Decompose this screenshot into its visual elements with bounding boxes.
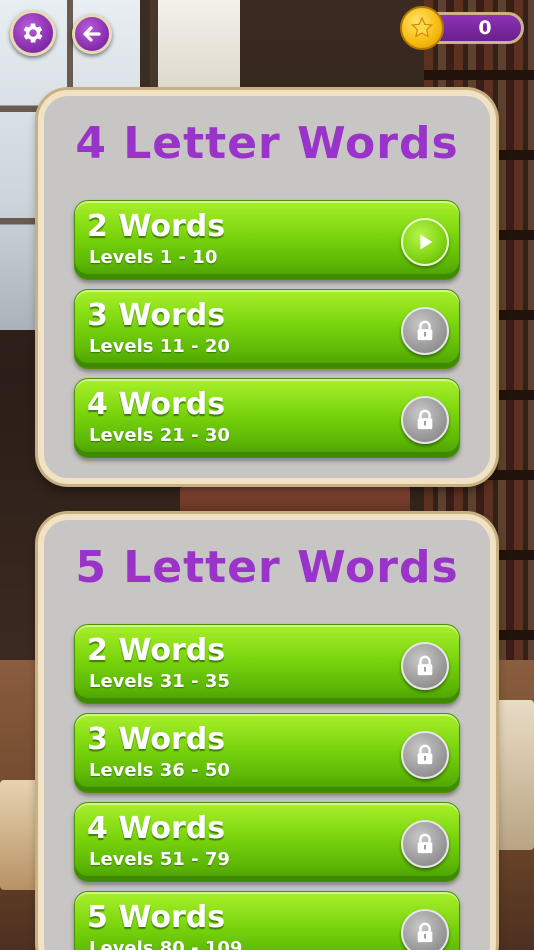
level-pack-button[interactable]: 3 Words Levels 36 - 50: [74, 713, 460, 793]
coin-icon: [400, 6, 444, 50]
level-pack-range: Levels 21 - 30: [89, 425, 230, 446]
level-pack-label: 3 Words: [87, 298, 226, 333]
play-icon[interactable]: [401, 218, 449, 266]
lock-icon: [401, 820, 449, 868]
lock-icon: [401, 731, 449, 779]
lock-icon: [401, 396, 449, 444]
level-pack-label: 4 Words: [87, 387, 226, 422]
section-5-letter-words: 5 Letter Words 2 Words Levels 31 - 35 3 …: [38, 514, 496, 950]
level-pack-button[interactable]: 4 Words Levels 51 - 79: [74, 802, 460, 882]
background-book: [180, 486, 410, 516]
level-pack-button[interactable]: 2 Words Levels 31 - 35: [74, 624, 460, 704]
level-pack-range: Levels 80 - 109: [89, 938, 243, 950]
level-pack-button[interactable]: 2 Words Levels 1 - 10: [74, 200, 460, 280]
gear-icon: [23, 23, 43, 43]
lock-icon: [401, 307, 449, 355]
level-pack-label: 3 Words: [87, 722, 226, 757]
level-pack-label: 2 Words: [87, 633, 226, 668]
arrow-left-icon: [83, 26, 101, 42]
level-pack-range: Levels 51 - 79: [89, 849, 230, 870]
star-icon: [410, 16, 434, 38]
back-button[interactable]: [72, 14, 112, 54]
coin-count: 0: [478, 17, 492, 39]
lock-icon: [401, 642, 449, 690]
section-title: 4 Letter Words: [75, 118, 459, 169]
level-pack-button[interactable]: 4 Words Levels 21 - 30: [74, 378, 460, 458]
level-pack-range: Levels 36 - 50: [89, 760, 230, 781]
level-pack-range: Levels 31 - 35: [89, 671, 230, 692]
level-pack-button[interactable]: 5 Words Levels 80 - 109: [74, 891, 460, 950]
level-pack-range: Levels 11 - 20: [89, 336, 230, 357]
level-pack-label: 2 Words: [87, 209, 226, 244]
level-pack-label: 4 Words: [87, 811, 226, 846]
section-4-letter-words: 4 Letter Words 2 Words Levels 1 - 10 3 W…: [38, 90, 496, 484]
lock-icon: [401, 909, 449, 950]
section-title: 5 Letter Words: [75, 542, 459, 593]
level-pack-button[interactable]: 3 Words Levels 11 - 20: [74, 289, 460, 369]
level-pack-range: Levels 1 - 10: [89, 247, 218, 268]
settings-button[interactable]: [10, 10, 56, 56]
level-pack-label: 5 Words: [87, 900, 226, 935]
